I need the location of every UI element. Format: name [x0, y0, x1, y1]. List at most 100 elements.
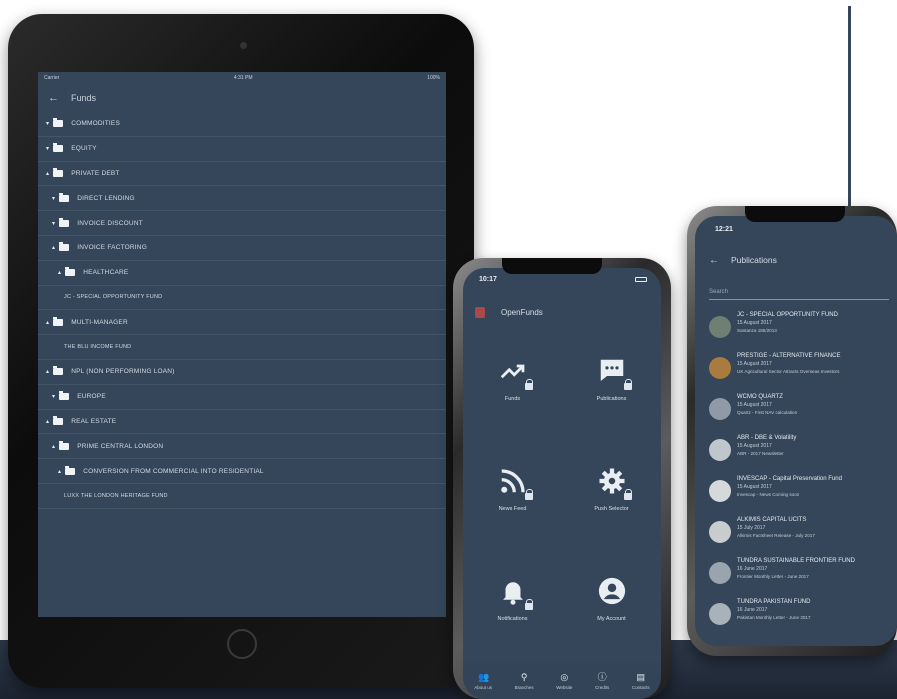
publication-subtitle: UK Agricultural Sector Attracts Overseas… [737, 369, 840, 374]
publication-title: WCMO QUARTZ [737, 394, 783, 400]
folder-icon [65, 267, 76, 277]
search-input[interactable]: Search [709, 284, 889, 300]
publication-text: TUNDRA PAKISTAN FUND 16 June 2017 Pakistan… [737, 599, 811, 620]
nav-item-about-us[interactable]: 👥 About us [474, 672, 492, 690]
tree-folder-item[interactable]: ▴ PRIME CENTRAL LONDON [38, 434, 446, 460]
tablet-screen: Carrier 4:31 PM 100% ← Funds ▾ COMMODITIE… [38, 72, 446, 617]
tree-folder-item[interactable]: ▴ REAL ESTATE [38, 410, 446, 435]
tree-item-label: EQUITY [71, 145, 97, 153]
menu-tile-news-feed[interactable]: News Feed [463, 448, 562, 556]
tree-fund-item[interactable]: LUXX THE LONDON HERITAGE FUND [38, 484, 446, 509]
folder-icon [53, 366, 64, 376]
menu-tile-funds[interactable]: Funds [463, 338, 562, 446]
publication-item[interactable]: INVESCAP - Capital Preservation Fund 15 A… [709, 476, 897, 517]
publication-text: ABR - DBE & Volatility 15 August 2017 ABR … [737, 435, 796, 456]
phone-notch [745, 206, 845, 222]
tree-folder-item[interactable]: ▴ NPL (NON PERFORMING LOAN) [38, 360, 446, 385]
menu-tile-push-selector[interactable]: Push Selector [562, 448, 661, 556]
publication-item[interactable]: WCMO QUARTZ 15 August 2017 Quartz - First … [709, 394, 897, 435]
publication-item[interactable]: PRESTIGE - ALTERNATIVE FINANCE 15 August … [709, 353, 897, 394]
publication-title: INVESCAP - Capital Preservation Fund [737, 476, 842, 482]
folder-icon [53, 143, 64, 153]
folder-icon [59, 440, 70, 450]
tree-folder-item[interactable]: ▾ COMMODITIES [38, 112, 446, 137]
battery-label: 100% [427, 75, 440, 81]
people-icon: 👥 [478, 672, 490, 682]
tree-fund-item[interactable]: JC - SPECIAL OPPORTUNITY FUND [38, 286, 446, 311]
publication-thumbnail [709, 603, 731, 625]
nav-item-label: Contacts [631, 685, 650, 690]
trending-up-icon [498, 356, 533, 390]
nav-item-credits[interactable]: ⓘ Credits [595, 672, 609, 690]
lock-icon [524, 599, 533, 610]
folder-icon [53, 118, 64, 128]
folder-icon [59, 391, 70, 401]
caret-icon: ▾ [46, 146, 50, 153]
caret-icon: ▴ [46, 418, 50, 425]
lock-icon [524, 489, 533, 500]
tree-folder-item[interactable]: ▴ INVOICE FACTORING [38, 236, 446, 261]
publication-thumbnail [709, 398, 731, 420]
publication-thumbnail [709, 562, 731, 584]
tree-folder-item[interactable]: ▾ EQUITY [38, 137, 446, 162]
tree-folder-item[interactable]: ▴ HEALTHCARE [38, 261, 446, 286]
nav-item-label: Website [556, 685, 573, 690]
publication-subtitle: Santanza 186/2013 [737, 328, 777, 333]
caret-icon: ▴ [52, 245, 56, 252]
bottom-nav: 👥 About us ⚲ Branches ◎ Website ⓘ Credits ▤ Conta… [463, 663, 661, 699]
arrow-left-icon[interactable]: ← [709, 255, 719, 266]
folder-icon [53, 167, 64, 177]
publication-thumbnail [709, 480, 731, 502]
caret-icon: ▴ [46, 369, 50, 376]
bell-icon [498, 576, 533, 610]
menu-tile-label: News Feed [498, 506, 527, 512]
publication-list: JC - SPECIAL OPPORTUNITY FUND 15 August 2… [709, 312, 897, 640]
publication-subtitle: Pakistan Monthly Letter - June 2017 [737, 615, 811, 620]
tree-folder-item[interactable]: ▴ PRIVATE DEBT [38, 162, 446, 187]
nav-item-label: Credits [595, 685, 610, 690]
phone-notch [502, 258, 602, 274]
tablet-device: Carrier 4:31 PM 100% ← Funds ▾ COMMODITIE… [8, 14, 474, 688]
message-icon: ▤ [636, 672, 646, 682]
publication-item[interactable]: TUNDRA SUSTAINABLE FRONTIER FUND 16 June … [709, 558, 897, 599]
folder-icon [53, 316, 64, 326]
publication-item[interactable]: ALKIMIS CAPITAL UCITS 15 July 2017 Alkimis… [709, 517, 897, 558]
publication-subtitle: Invescap - News Coming soon [737, 492, 800, 497]
tree-folder-item[interactable]: ▾ EUROPE [38, 385, 446, 410]
folder-icon [59, 192, 70, 202]
menu-tile-my-account[interactable]: My Account [562, 558, 661, 666]
publication-text: TUNDRA SUSTAINABLE FRONTIER FUND 16 June … [737, 558, 855, 579]
tree-folder-item[interactable]: ▴ MULTI-MANAGER [38, 310, 446, 336]
publication-item[interactable]: JC - SPECIAL OPPORTUNITY FUND 15 August 2… [709, 312, 897, 353]
publication-item[interactable]: ABR - DBE & Volatility 15 August 2017 ABR … [709, 435, 897, 476]
arrow-left-icon[interactable]: ← [48, 92, 59, 104]
tree-folder-item[interactable]: ▾ DIRECT LENDING [38, 186, 446, 212]
menu-tile-notifications[interactable]: Notifications [463, 558, 562, 666]
home-button[interactable] [227, 629, 257, 659]
phone-publications: 12:21 ← Publications Search JC - SPECIAL… [687, 206, 897, 656]
publication-thumbnail [709, 316, 731, 338]
folder-icon [59, 217, 70, 227]
pin-icon: ⚲ [520, 672, 528, 682]
tree-folder-item[interactable]: ▾ INVOICE DISCOUNT [38, 211, 446, 236]
publication-subtitle: ABR - 2017 Newsletter [737, 451, 784, 456]
tree-folder-item[interactable]: ▴ CONVERSION FROM COMMERCIAL INTO RESIDEN… [38, 459, 446, 484]
publication-subtitle: Alkimis Factsheet Release - July 2017 [737, 533, 815, 538]
nav-item-website[interactable]: ◎ Website [556, 672, 572, 690]
publication-thumbnail [709, 357, 731, 379]
nav-item-contacts[interactable]: ▤ Contacts [632, 672, 650, 690]
publication-thumbnail [709, 521, 731, 543]
tree-item-label: LUXX THE LONDON HERITAGE FUND [64, 492, 168, 499]
decorative-line [848, 6, 851, 206]
publication-date: 16 June 2017 [737, 566, 768, 572]
nav-item-branches[interactable]: ⚲ Branches [515, 672, 534, 690]
publication-item[interactable]: TUNDRA PAKISTAN FUND 16 June 2017 Pakistan… [709, 599, 897, 640]
funds-header: ← Funds [38, 84, 446, 112]
tree-fund-item[interactable]: THE BLU INCOME FUND [38, 335, 446, 360]
tree-item-label: JC - SPECIAL OPPORTUNITY FUND [64, 294, 163, 301]
app-title: OpenFunds [501, 307, 543, 317]
menu-tile-publications[interactable]: Publications [562, 338, 661, 446]
publication-text: JC - SPECIAL OPPORTUNITY FUND 15 August 2… [737, 312, 838, 333]
chat-icon [597, 356, 632, 390]
publication-date: 15 August 2017 [737, 361, 772, 367]
